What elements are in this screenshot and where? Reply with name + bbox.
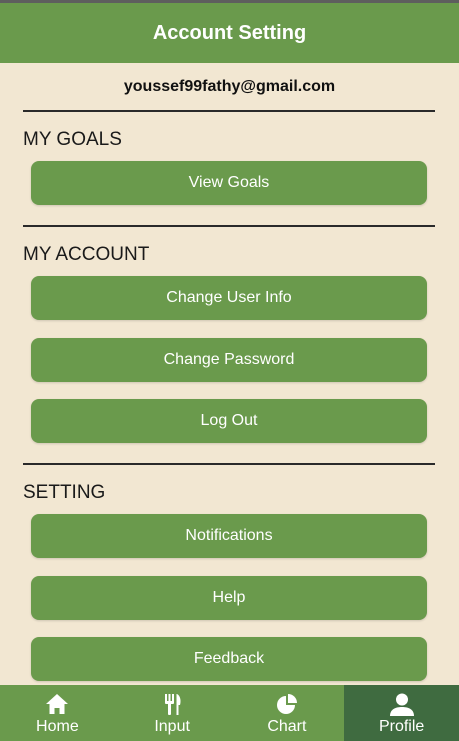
change-password-button[interactable]: Change Password — [31, 338, 427, 382]
settings-content[interactable]: youssef99fathy@gmail.com MY GOALS View G… — [0, 63, 459, 685]
nav-label-home: Home — [36, 718, 79, 735]
user-email: youssef99fathy@gmail.com — [123, 78, 336, 95]
bottom-nav: Home Input Chart Profile — [0, 685, 459, 741]
nav-label-profile: Profile — [378, 718, 425, 735]
notifications-button[interactable]: Notifications — [31, 514, 427, 558]
feedback-button[interactable]: Feedback — [31, 637, 427, 681]
divider — [23, 463, 435, 465]
nav-label-input: Input — [154, 718, 190, 735]
app-bar: Account Setting — [0, 3, 459, 63]
page-title: Account Setting — [152, 21, 307, 44]
pie-chart-icon — [276, 694, 297, 714]
nav-item-chart[interactable]: Chart — [230, 685, 345, 741]
nav-item-input[interactable]: Input — [115, 685, 230, 741]
section-title-my-goals: MY GOALS — [23, 129, 122, 150]
help-button[interactable]: Help — [31, 576, 427, 620]
nav-item-home[interactable]: Home — [0, 685, 115, 741]
section-title-my-account: MY ACCOUNT — [23, 244, 150, 265]
person-icon — [389, 693, 414, 716]
view-goals-button[interactable]: View Goals — [31, 161, 427, 205]
nav-item-profile[interactable]: Profile — [344, 685, 459, 741]
divider — [23, 110, 435, 112]
nav-label-chart: Chart — [267, 718, 307, 735]
change-user-info-button[interactable]: Change User Info — [31, 276, 427, 320]
fork-knife-icon — [165, 694, 181, 715]
home-icon — [46, 694, 69, 714]
divider — [23, 225, 435, 227]
log-out-button[interactable]: Log Out — [31, 399, 427, 443]
section-title-setting: SETTING — [23, 482, 106, 503]
